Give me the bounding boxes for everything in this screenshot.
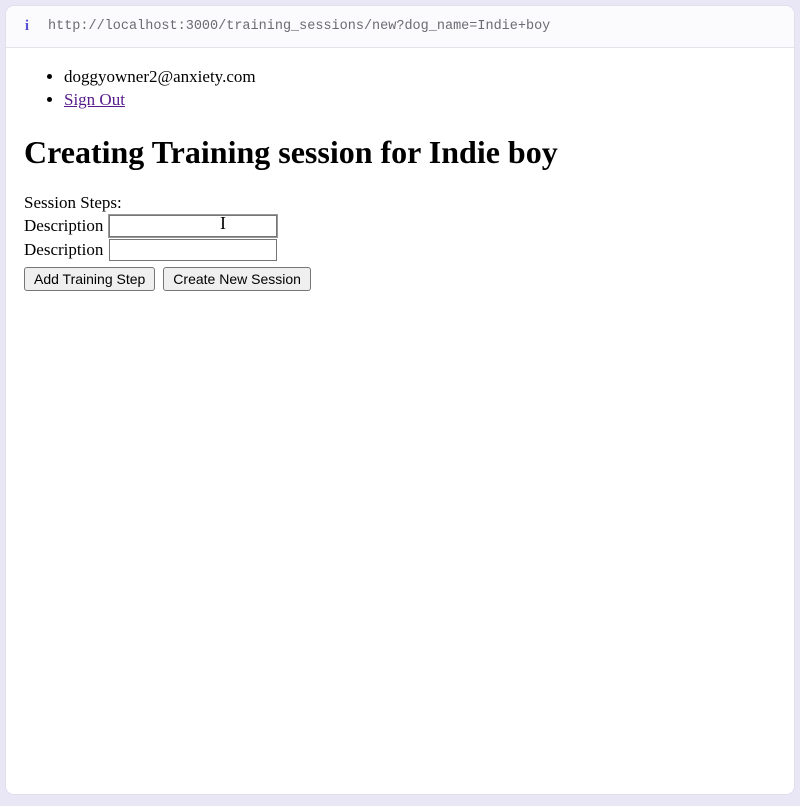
signout-link[interactable]: Sign Out [64,90,125,109]
step-label: Description [24,216,103,236]
step-label: Description [24,240,103,260]
button-row: Add Training Step Create New Session [24,267,776,291]
url-text[interactable]: http://localhost:3000/training_sessions/… [48,19,550,34]
page-content: doggyowner2@anxiety.com Sign Out Creatin… [6,48,794,794]
step-row-2: Description [24,239,776,261]
header-list: doggyowner2@anxiety.com Sign Out [24,66,776,112]
info-icon[interactable]: i [20,18,34,35]
address-bar: i http://localhost:3000/training_session… [6,6,794,48]
step-row-1: Description I [24,215,776,237]
page-title: Creating Training session for Indie boy [24,134,776,171]
description-input-1[interactable] [109,215,277,237]
add-training-step-button[interactable]: Add Training Step [24,267,155,291]
user-email: doggyowner2@anxiety.com [64,67,256,86]
training-session-form: Session Steps: Description I Description… [24,193,776,291]
signout-item: Sign Out [64,89,776,112]
description-input-2[interactable] [109,239,277,261]
create-new-session-button[interactable]: Create New Session [163,267,311,291]
browser-window: i http://localhost:3000/training_session… [6,6,794,794]
session-steps-label: Session Steps: [24,193,776,213]
user-email-item: doggyowner2@anxiety.com [64,66,776,89]
